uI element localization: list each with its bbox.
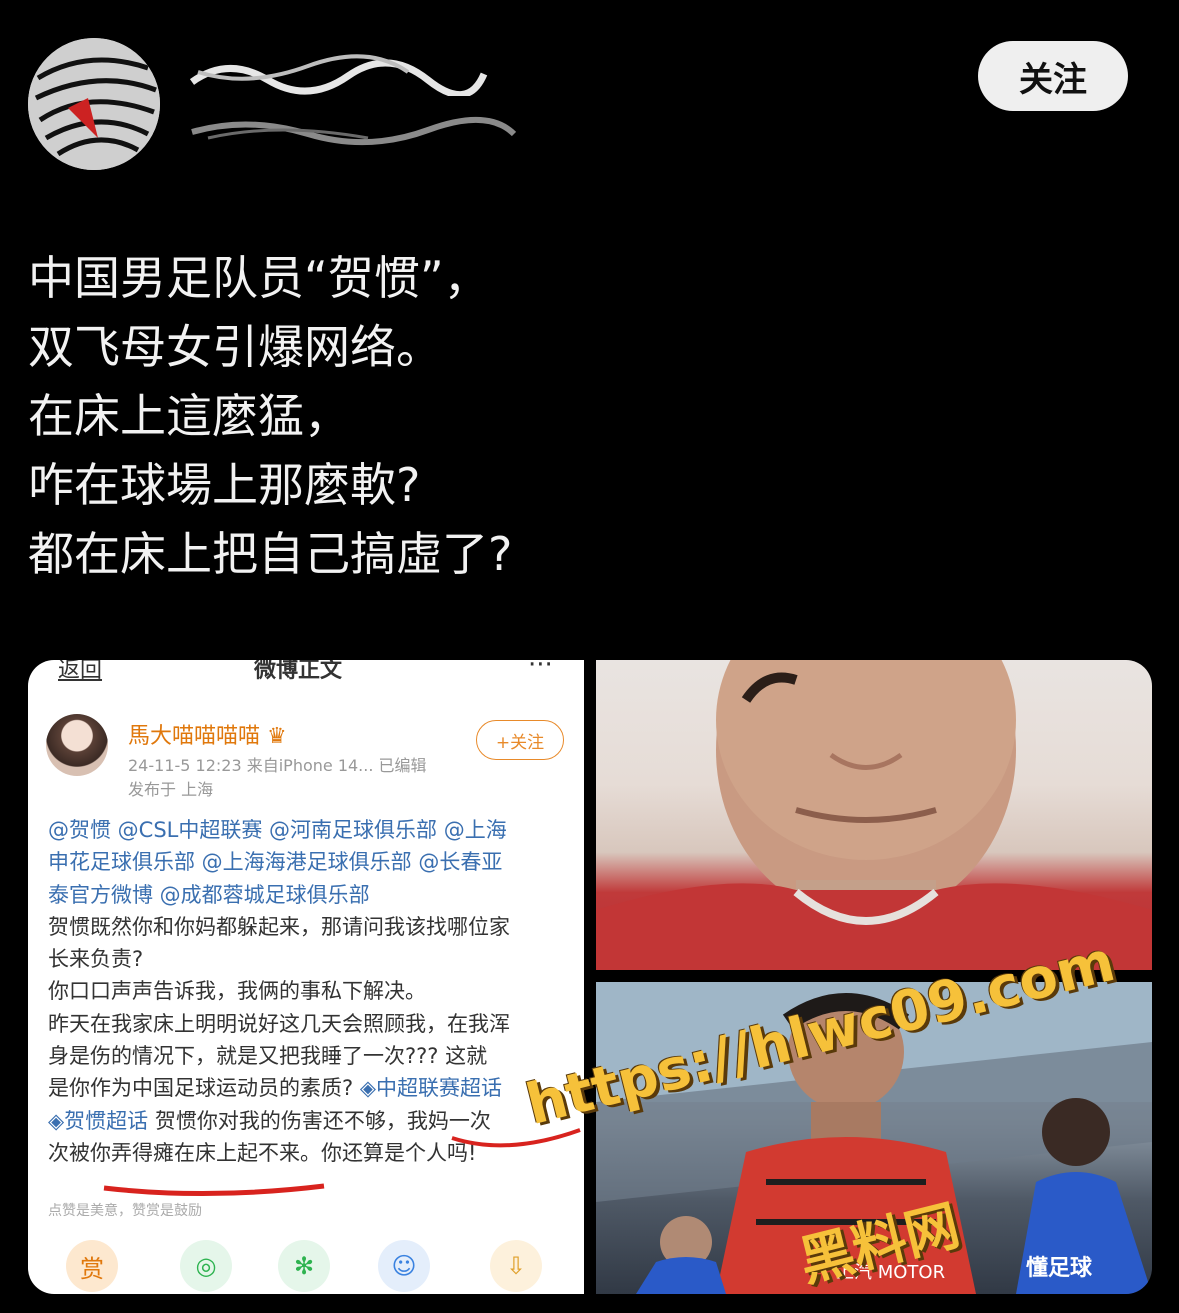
media-weibo-screenshot[interactable]: 返回 微博正文 ··· 馬大喵喵喵喵 ♛ 24-11-5 12:23 来自iPh… [28,660,584,1294]
user-name-redacted [188,52,488,99]
post-line: 都在床上把自己搞虛了? [28,527,513,581]
red-underline-annotation [103,1128,581,1197]
post-line: 咋在球場上那麼軟? [28,458,421,512]
post-line: 中国男足队员“贺惯”， [28,251,490,305]
moments-icon: ✻ [278,1240,330,1292]
post-text: 中国男足队员“贺惯”， 双飞母女引爆网络。 在床上這麼猛， 咋在球場上那麼軟? … [28,244,1148,589]
save-icon: ⇩ [490,1240,542,1292]
post-line: 双飞母女引爆网络。 [28,320,442,374]
user-avatar[interactable] [28,38,160,170]
screenshot-actions: 赏 ◎ ✻ ☺ ⇩ [28,1240,584,1294]
user-handle-redacted [188,108,518,148]
photo-logo: 懂足球 [1026,1256,1093,1281]
qq-icon: ☺ [378,1240,430,1292]
wechat-icon: ◎ [180,1240,232,1292]
screenshot-hint: 点赞是美意，赞赏是鼓励 [48,1203,202,1219]
reward-icon: 赏 [66,1240,118,1292]
media-player-portrait[interactable] [596,660,1152,970]
follow-button[interactable]: 关注 [978,41,1128,111]
post-line: 在床上這麼猛， [28,389,350,443]
